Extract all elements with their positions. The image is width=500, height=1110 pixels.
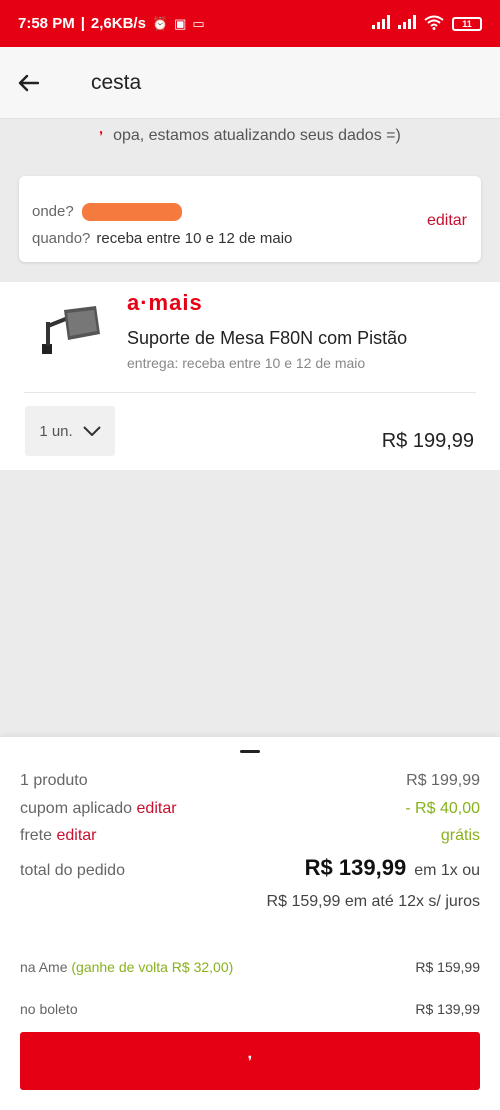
page-title: cesta bbox=[91, 70, 142, 94]
status-bar: 7:58 PM | 2,6KB/s ⏰ ▣ ▭ 11 bbox=[0, 0, 500, 47]
summary-coupon-row: cupom aplicado editar - R$ 40,00 bbox=[20, 800, 480, 818]
quantity-select[interactable]: 1 un. bbox=[25, 406, 115, 456]
when-value: receba entre 10 e 12 de maio bbox=[96, 230, 293, 247]
redacted-address bbox=[81, 202, 182, 221]
coupon-value: - R$ 40,00 bbox=[405, 800, 480, 817]
total-value: R$ 139,99 bbox=[304, 855, 407, 880]
boleto-payment-row: no boleto R$ 139,99 bbox=[20, 1001, 480, 1017]
chevron-down-icon bbox=[82, 426, 101, 436]
products-label: 1 produto bbox=[20, 772, 88, 789]
coupon-label: cupom aplicado bbox=[20, 800, 133, 817]
ame-cashback: (ganhe de volta R$ 32,00) bbox=[71, 959, 234, 975]
product-image[interactable] bbox=[34, 304, 106, 358]
wifi-icon bbox=[424, 15, 444, 33]
divider bbox=[24, 392, 476, 393]
where-label: onde? bbox=[32, 203, 74, 220]
sheet-drag-handle[interactable] bbox=[240, 750, 260, 753]
summary-total-row: total do pedido R$ 139,99 em 1x ou bbox=[20, 855, 480, 881]
summary-products-row: 1 produto R$ 199,99 bbox=[20, 772, 480, 790]
photo-icon: ▣ bbox=[174, 15, 187, 31]
quantity-value: 1 un. bbox=[39, 422, 73, 440]
delivery-card: onde? quando? receba entre 10 e 12 de ma… bbox=[19, 176, 481, 262]
ame-label: na Ame bbox=[20, 959, 68, 975]
product-name[interactable]: Suporte de Mesa F80N com Pistão bbox=[127, 328, 447, 349]
arrow-left-icon bbox=[18, 74, 39, 91]
product-price: R$ 199,99 bbox=[381, 430, 474, 452]
update-notice: ❜ opa, estamos atualizando seus dados =) bbox=[0, 127, 500, 145]
ame-payment-row: na Ame (ganhe de volta R$ 32,00) R$ 159,… bbox=[20, 959, 480, 975]
order-summary-sheet: 1 produto R$ 199,99 cupom aplicado edita… bbox=[0, 737, 500, 1110]
cast-icon: ▭ bbox=[192, 15, 205, 31]
edit-shipping-link[interactable]: editar bbox=[56, 827, 96, 844]
seller-brand-logo: a·mais bbox=[127, 290, 203, 315]
status-separator: | bbox=[80, 15, 85, 32]
ame-value: R$ 159,99 bbox=[415, 959, 480, 975]
boleto-value: R$ 139,99 bbox=[415, 1001, 480, 1017]
when-label: quando? bbox=[32, 230, 91, 247]
back-button[interactable] bbox=[0, 47, 56, 119]
status-time: 7:58 PM bbox=[18, 15, 75, 32]
boleto-label: no boleto bbox=[20, 1001, 78, 1017]
edit-coupon-link[interactable]: editar bbox=[137, 800, 177, 817]
products-value: R$ 199,99 bbox=[406, 772, 480, 789]
installments-text: R$ 159,99 em até 12x s/ juros bbox=[266, 893, 480, 910]
cart-item: a·mais Suporte de Mesa F80N com Pistão e… bbox=[0, 282, 500, 470]
battery-icon: 11 bbox=[452, 16, 482, 31]
total-suffix: em 1x ou bbox=[414, 862, 480, 879]
product-delivery: entrega: receba entre 10 e 12 de maio bbox=[127, 355, 366, 371]
continue-button[interactable]: ❜ bbox=[20, 1032, 480, 1090]
loading-spinner-icon: ❜ bbox=[247, 1052, 253, 1069]
signal-icon bbox=[372, 15, 390, 32]
loading-indicator-icon: ❜ bbox=[99, 129, 104, 143]
app-bar: cesta bbox=[0, 47, 500, 119]
notice-text: opa, estamos atualizando seus dados =) bbox=[113, 127, 401, 144]
edit-delivery-link[interactable]: editar bbox=[427, 212, 467, 230]
status-network-speed: 2,6KB/s bbox=[90, 15, 146, 32]
delivery-when-row: quando? receba entre 10 e 12 de maio bbox=[32, 225, 467, 252]
alarm-icon: ⏰ bbox=[151, 15, 169, 31]
shipping-value: grátis bbox=[440, 827, 480, 844]
total-label: total do pedido bbox=[20, 862, 125, 879]
signal-icon bbox=[398, 15, 416, 32]
shipping-label: frete bbox=[20, 827, 53, 844]
delivery-where-row: onde? bbox=[32, 198, 467, 225]
summary-shipping-row: frete editar grátis bbox=[20, 827, 480, 845]
